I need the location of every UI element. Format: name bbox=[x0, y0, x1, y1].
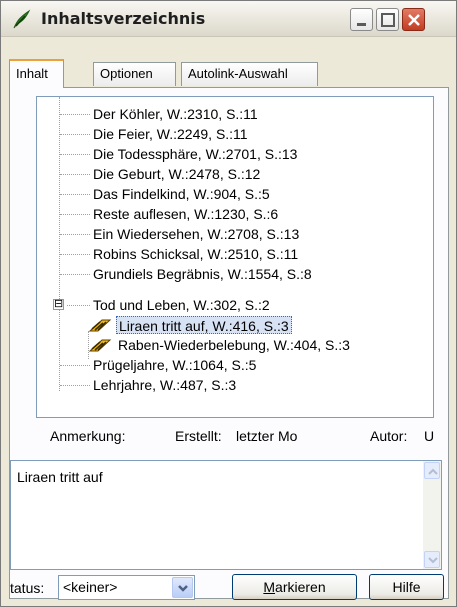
tab-autolink-auswahl[interactable]: Autolink-Auswahl bbox=[181, 62, 318, 86]
chevron-down-icon bbox=[428, 557, 438, 564]
tree-item[interactable]: Robins Schicksal, W.:2510, S.:11 bbox=[93, 245, 298, 263]
tree-item[interactable]: Prügeljahre, W.:1064, S.:5 bbox=[93, 356, 256, 374]
tree-connector bbox=[60, 154, 90, 155]
table-of-contents-window: Inhaltsverzeichnis Inhalt Optionen Autol… bbox=[0, 0, 457, 607]
mark-button[interactable]: Markieren bbox=[232, 574, 357, 600]
maximize-icon bbox=[381, 13, 395, 27]
status-label: tatus: bbox=[10, 580, 45, 596]
tree-item[interactable]: Ein Wiedersehen, W.:2708, S.:13 bbox=[93, 225, 299, 243]
tree-guide-line bbox=[59, 97, 60, 391]
tree-connector bbox=[60, 174, 90, 175]
status-select[interactable]: <keiner> bbox=[58, 575, 195, 600]
tree-item[interactable]: Die Geburt, W.:2478, S.:12 bbox=[93, 165, 260, 183]
tree-item[interactable]: Lehrjahre, W.:487, S.:3 bbox=[93, 376, 236, 394]
tree-connector bbox=[60, 365, 90, 366]
collapse-toggle-icon[interactable]: ⊟ bbox=[53, 299, 64, 310]
annotation-label: Anmerkung: bbox=[50, 428, 126, 444]
tab-inhalt[interactable]: Inhalt bbox=[9, 59, 64, 88]
tree-item[interactable]: Die Feier, W.:2249, S.:11 bbox=[93, 125, 248, 143]
minimize-button[interactable] bbox=[350, 8, 373, 31]
scroll-up-button[interactable] bbox=[424, 462, 440, 479]
chapter-doc-icon bbox=[88, 319, 112, 332]
chevron-up-icon bbox=[428, 468, 438, 475]
chevron-down-icon bbox=[178, 585, 188, 592]
tree-item[interactable]: Der Köhler, W.:2310, S.:11 bbox=[93, 105, 258, 123]
tree-connector bbox=[60, 114, 90, 115]
close-button[interactable] bbox=[402, 8, 425, 31]
tree-connector bbox=[60, 254, 90, 255]
minimize-icon bbox=[357, 23, 366, 26]
tab-optionen[interactable]: Optionen bbox=[93, 62, 176, 86]
tree-connector bbox=[60, 194, 90, 195]
tree-connector bbox=[60, 214, 90, 215]
author-label: Autor: bbox=[370, 428, 408, 444]
tree-item-selected[interactable]: Liraen tritt auf, W.:416, S.:3 bbox=[116, 316, 292, 334]
tree-connector bbox=[60, 274, 90, 275]
tree-item[interactable]: Das Findelkind, W.:904, S.:5 bbox=[93, 185, 270, 203]
help-button[interactable]: Hilfe bbox=[369, 574, 444, 600]
author-value: U bbox=[424, 428, 435, 444]
status-select-value: <keiner> bbox=[63, 579, 118, 595]
maximize-button[interactable] bbox=[376, 8, 399, 31]
scroll-down-button[interactable] bbox=[424, 551, 440, 568]
tree-connector bbox=[60, 234, 90, 235]
title-bar[interactable]: Inhaltsverzeichnis bbox=[1, 1, 456, 37]
tab-bar: Inhalt Optionen Autolink-Auswahl bbox=[9, 59, 449, 88]
created-label: Erstellt: bbox=[175, 428, 222, 444]
quill-icon bbox=[13, 9, 31, 29]
tree-item-expanded[interactable]: Tod und Leben, W.:302, S.:2 bbox=[93, 296, 270, 314]
tree-item[interactable]: Reste auflesen, W.:1230, S.:6 bbox=[93, 205, 278, 223]
vertical-scrollbar[interactable] bbox=[423, 461, 441, 569]
window-title: Inhaltsverzeichnis bbox=[41, 9, 206, 28]
close-icon bbox=[408, 14, 420, 26]
tree-connector bbox=[60, 385, 90, 386]
tree-connector bbox=[60, 134, 90, 135]
tree-connector bbox=[67, 305, 90, 306]
annotation-text: Liraen tritt auf bbox=[17, 469, 103, 485]
annotation-textarea[interactable]: Liraen tritt auf bbox=[10, 460, 442, 570]
chapter-tree[interactable]: Der Köhler, W.:2310, S.:11 Die Feier, W.… bbox=[36, 96, 434, 418]
chapter-doc-icon bbox=[88, 339, 112, 352]
tree-item[interactable]: Raben-Wiederbelebung, W.:404, S.:3 bbox=[118, 336, 350, 354]
tree-item[interactable]: Grundiels Begräbnis, W.:1554, S.:8 bbox=[93, 265, 312, 283]
created-value: letzter Mo bbox=[236, 428, 298, 444]
tab-panel-inhalt: Der Köhler, W.:2310, S.:11 Die Feier, W.… bbox=[9, 87, 449, 600]
status-dropdown-button[interactable] bbox=[172, 577, 193, 598]
tree-item[interactable]: Die Todessphäre, W.:2701, S.:13 bbox=[93, 145, 297, 163]
